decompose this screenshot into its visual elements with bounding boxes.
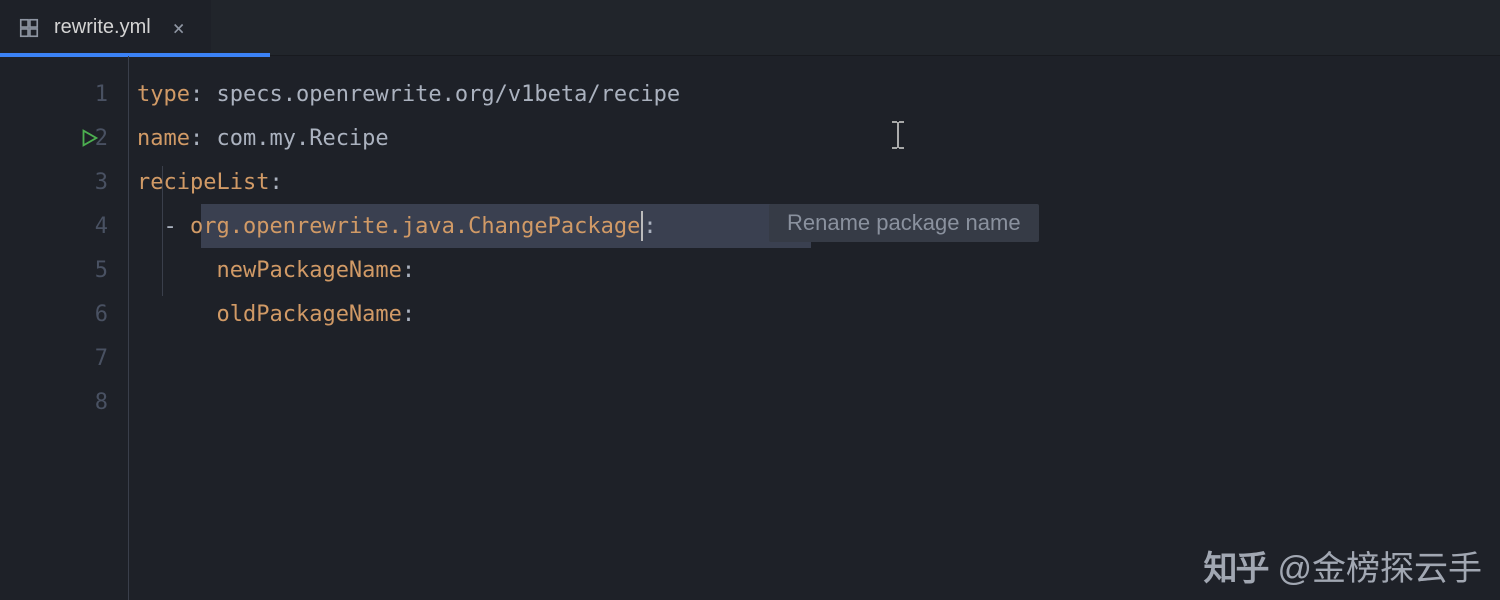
- yaml-key: newPackageName: [216, 258, 401, 283]
- gutter-row[interactable]: 4: [0, 204, 128, 248]
- yaml-colon: :: [190, 126, 217, 151]
- indent: [137, 214, 164, 239]
- tab-bar: rewrite.yml ×: [0, 0, 1500, 56]
- inline-hint: Rename package name: [769, 204, 1039, 242]
- indent: [137, 258, 216, 283]
- watermark: 知乎 @金榜探云手: [1203, 541, 1482, 590]
- yaml-colon: :: [643, 214, 656, 239]
- code-line-7[interactable]: [129, 336, 1500, 380]
- yaml-key: recipeList: [137, 170, 269, 195]
- zhihu-logo: 知乎: [1203, 541, 1267, 590]
- yaml-key: type: [137, 82, 190, 107]
- line-number: 4: [78, 214, 108, 239]
- text-caret: [641, 211, 643, 241]
- yaml-colon: :: [269, 170, 282, 195]
- tab-close-button[interactable]: ×: [165, 16, 193, 40]
- yaml-dash: -: [164, 214, 191, 239]
- indent: [137, 302, 216, 327]
- yaml-key: oldPackageName: [216, 302, 401, 327]
- code-line-6[interactable]: oldPackageName:: [129, 292, 1500, 336]
- code-line-2[interactable]: name: com.my.Recipe: [129, 116, 1500, 160]
- tab-filename: rewrite.yml: [54, 16, 151, 39]
- yaml-key: name: [137, 126, 190, 151]
- line-number: 5: [78, 258, 108, 283]
- yaml-value: specs.openrewrite.org/v1beta/recipe: [216, 82, 680, 107]
- hint-text: Rename package name: [787, 210, 1021, 235]
- code-line-3[interactable]: recipeList:: [129, 160, 1500, 204]
- code-line-8[interactable]: [129, 380, 1500, 424]
- gutter-row[interactable]: 2: [0, 116, 128, 160]
- editor: 1 2 3 4 5 6 7 8: [0, 56, 1500, 600]
- line-number: 3: [78, 170, 108, 195]
- gutter-row[interactable]: 7: [0, 336, 128, 380]
- line-number: 6: [78, 302, 108, 327]
- yaml-colon: :: [402, 258, 415, 283]
- line-number: 7: [78, 346, 108, 371]
- ibeam-cursor-icon: [889, 120, 907, 156]
- line-number: 8: [78, 390, 108, 415]
- tab-rewrite-yml[interactable]: rewrite.yml ×: [0, 0, 211, 56]
- yaml-key: org.openrewrite.java.ChangePackage: [190, 214, 640, 239]
- yaml-value: com.my.Recipe: [216, 126, 388, 151]
- run-gutter-icon[interactable]: [78, 127, 100, 149]
- gutter-row[interactable]: 3: [0, 160, 128, 204]
- code-area[interactable]: type: specs.openrewrite.org/v1beta/recip…: [128, 56, 1500, 600]
- gutter: 1 2 3 4 5 6 7 8: [0, 56, 128, 600]
- gutter-row[interactable]: 5: [0, 248, 128, 292]
- code-line-1[interactable]: type: specs.openrewrite.org/v1beta/recip…: [129, 72, 1500, 116]
- code-line-5[interactable]: newPackageName:: [129, 248, 1500, 292]
- gutter-row[interactable]: 1: [0, 72, 128, 116]
- gutter-row[interactable]: 6: [0, 292, 128, 336]
- yaml-colon: :: [402, 302, 415, 327]
- gutter-row[interactable]: 8: [0, 380, 128, 424]
- yaml-colon: :: [190, 82, 217, 107]
- watermark-handle: @金榜探云手: [1277, 541, 1482, 590]
- line-number: 1: [78, 82, 108, 107]
- yaml-file-icon: [18, 17, 40, 39]
